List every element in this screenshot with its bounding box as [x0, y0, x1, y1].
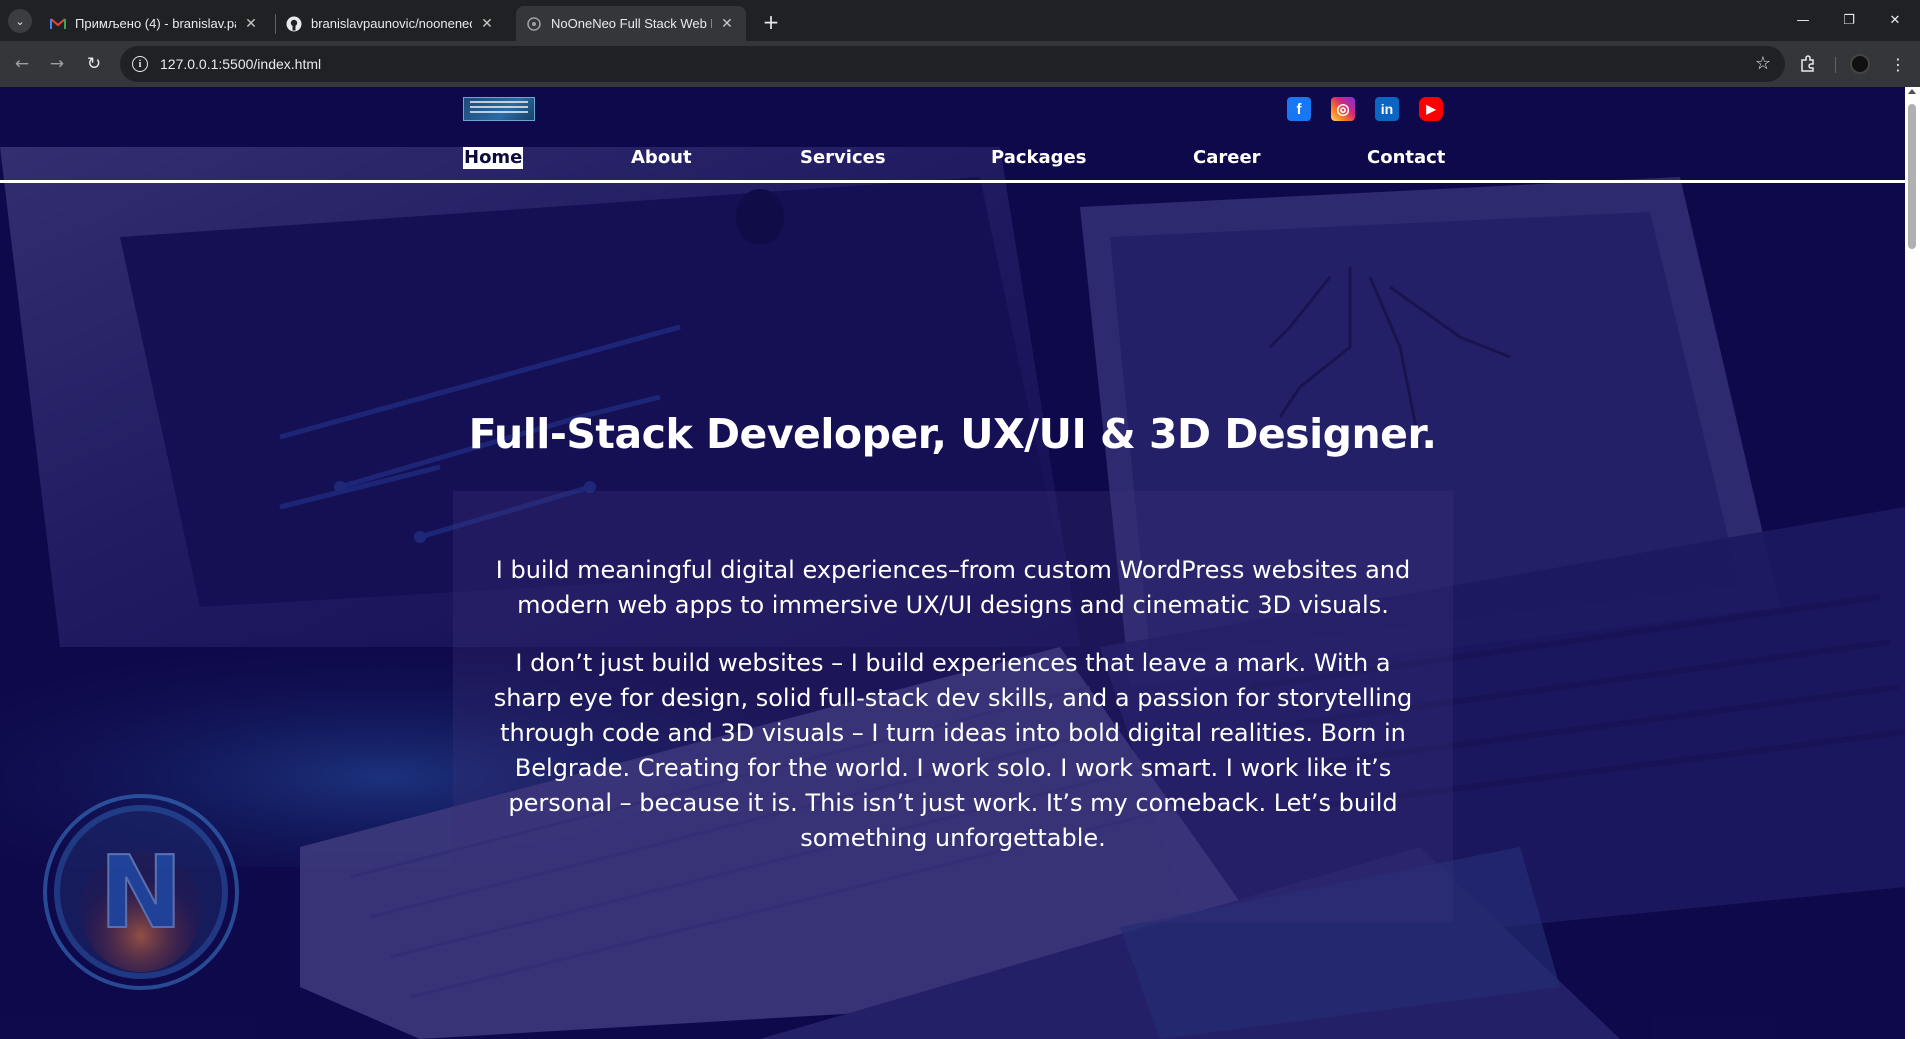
nav-contact-link[interactable]: Contact — [1367, 147, 1445, 169]
page-viewport: f ◎ in ▶ Home About Services Packages Ca… — [0, 87, 1920, 1039]
scroll-up-arrow[interactable] — [1908, 89, 1916, 94]
tab-title: NoOneNeo Full Stack Web Developer — [551, 16, 712, 31]
address-bar[interactable]: i 127.0.0.1:5500/index.html ☆ — [120, 46, 1785, 82]
close-tab-icon[interactable]: ✕ — [718, 15, 736, 33]
extensions-puzzle-icon[interactable] — [1795, 51, 1821, 77]
linkedin-icon[interactable]: in — [1375, 97, 1399, 121]
browser-tab-active[interactable]: NoOneNeo Full Stack Web Developer ✕ — [516, 6, 746, 41]
badge-letter: N — [99, 834, 183, 951]
youtube-icon[interactable]: ▶ — [1419, 97, 1443, 121]
minimize-window-button[interactable]: — — [1780, 0, 1826, 40]
site-logo[interactable] — [463, 97, 535, 121]
hero-intro-text: I build meaningful digital experiences–f… — [495, 556, 1411, 619]
site-info-icon[interactable]: i — [132, 56, 148, 72]
instagram-icon[interactable]: ◎ — [1331, 97, 1355, 121]
browser-menu-icon[interactable]: ⋮ — [1885, 51, 1911, 77]
new-tab-button[interactable]: + — [757, 8, 785, 36]
close-window-button[interactable]: ✕ — [1872, 0, 1918, 40]
github-icon — [286, 16, 302, 32]
nav-about-link[interactable]: About — [631, 147, 692, 169]
scrollbar-thumb[interactable] — [1908, 104, 1916, 249]
browser-toolbar: ← → ↻ i 127.0.0.1:5500/index.html ☆ ⋮ — [0, 41, 1920, 87]
toolbar-divider — [1835, 57, 1836, 73]
restore-window-button[interactable]: ❐ — [1826, 0, 1872, 40]
site-icon — [526, 16, 542, 32]
tab-title: branislavpaunovic/nooneneo-html — [311, 16, 472, 31]
hero-story-text: I don’t just build websites – I build ex… — [493, 649, 1413, 852]
tab-title: Примљено (4) - branislav.paunovic — [75, 16, 236, 31]
site-header: f ◎ in ▶ Home About Services Packages Ca… — [0, 87, 1905, 181]
forward-button[interactable]: → — [43, 50, 71, 78]
nav-packages-link[interactable]: Packages — [991, 147, 1086, 169]
n-logo-badge[interactable]: N — [41, 792, 241, 992]
facebook-icon[interactable]: f — [1287, 97, 1311, 121]
close-tab-icon[interactable]: ✕ — [478, 15, 496, 33]
back-button[interactable]: ← — [8, 50, 36, 78]
hero-title: Full-Stack Developer, UX/UI & 3D Designe… — [468, 410, 1437, 458]
browser-tabstrip: ⌄ Примљено (4) - branislav.paunovic ✕ br… — [0, 0, 1920, 41]
bookmark-star-icon[interactable]: ☆ — [1755, 53, 1771, 74]
nav-career-link[interactable]: Career — [1193, 147, 1261, 169]
browser-tab-github[interactable]: branislavpaunovic/nooneneo-html ✕ — [276, 6, 506, 41]
browser-tab-gmail[interactable]: Примљено (4) - branislav.paunovic ✕ — [40, 6, 270, 41]
gmail-icon — [50, 16, 66, 32]
profile-avatar[interactable] — [1850, 54, 1870, 74]
close-tab-icon[interactable]: ✕ — [242, 15, 260, 33]
header-divider — [0, 180, 1905, 183]
address-url[interactable]: 127.0.0.1:5500/index.html — [160, 56, 321, 72]
nav-home-link[interactable]: Home — [463, 147, 524, 169]
reload-button[interactable]: ↻ — [80, 50, 108, 78]
tab-search-button[interactable]: ⌄ — [8, 9, 32, 33]
nav-services-link[interactable]: Services — [800, 147, 886, 169]
